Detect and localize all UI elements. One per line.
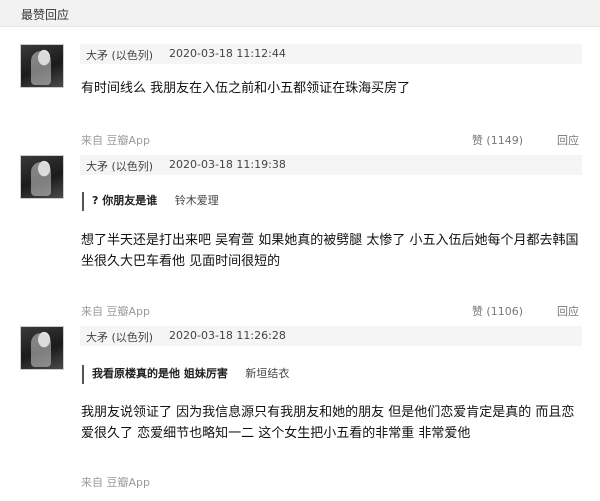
comment-meta: 大矛 (以色列) 2020-03-18 11:12:44 — [80, 44, 582, 64]
source-label: 来自 豆瓣App — [81, 476, 150, 489]
reply-button[interactable]: 回应 — [557, 132, 579, 148]
quote-user-link[interactable]: 铃木爱理 — [175, 194, 219, 207]
reply-button[interactable]: 回应 — [557, 303, 579, 319]
comment-text: 有时间线么 我朋友在入伍之前和小五都领证在珠海买房了 — [81, 81, 411, 96]
like-button[interactable]: 赞 (1106) — [472, 303, 523, 319]
like-button[interactable]: 赞 (1149) — [472, 132, 523, 148]
comment-text: 想了半天还是打出来吧 吴宥萱 如果她真的被劈腿 太惨了 小五入伍后她每个月都去韩… — [81, 233, 579, 269]
avatar[interactable] — [20, 44, 64, 88]
timestamp: 2020-03-18 11:19:38 — [169, 158, 286, 171]
timestamp: 2020-03-18 11:26:28 — [169, 329, 286, 342]
avatar[interactable] — [20, 326, 64, 370]
section-header: 最赞回应 — [0, 0, 600, 27]
source-label: 来自 豆瓣App — [81, 134, 150, 147]
avatar[interactable] — [20, 155, 64, 199]
username-link[interactable]: 大矛 (以色列) — [86, 158, 153, 174]
timestamp: 2020-03-18 11:12:44 — [169, 47, 286, 60]
source-label: 来自 豆瓣App — [81, 305, 150, 318]
comment-footer: 来自 豆瓣App 赞 (1106) 回应 — [81, 303, 581, 319]
quote-text: 我看原楼真的是他 姐妹厉害 — [92, 367, 228, 380]
username-link[interactable]: 大矛 (以色列) — [86, 329, 153, 345]
quote-text: ? 你朋友是谁 — [92, 194, 158, 207]
comment-meta: 大矛 (以色列) 2020-03-18 11:26:28 — [80, 326, 582, 346]
section-title: 最赞回应 — [21, 8, 70, 22]
comment-footer: 来自 豆瓣App — [81, 474, 581, 490]
comment-text: 我朋友说领证了 因为我信息源只有我朋友和她的朋友 但是他们恋爱肯定是真的 而且恋… — [81, 405, 575, 441]
username-link[interactable]: 大矛 (以色列) — [86, 47, 153, 63]
quote-user-link[interactable]: 新垣结衣 — [245, 367, 289, 380]
quoted-reply: ? 你朋友是谁 铃木爱理 — [82, 192, 219, 211]
quoted-reply: 我看原楼真的是他 姐妹厉害 新垣结衣 — [82, 365, 289, 384]
comment-footer: 来自 豆瓣App 赞 (1149) 回应 — [81, 132, 581, 148]
comment-meta: 大矛 (以色列) 2020-03-18 11:19:38 — [80, 155, 582, 175]
